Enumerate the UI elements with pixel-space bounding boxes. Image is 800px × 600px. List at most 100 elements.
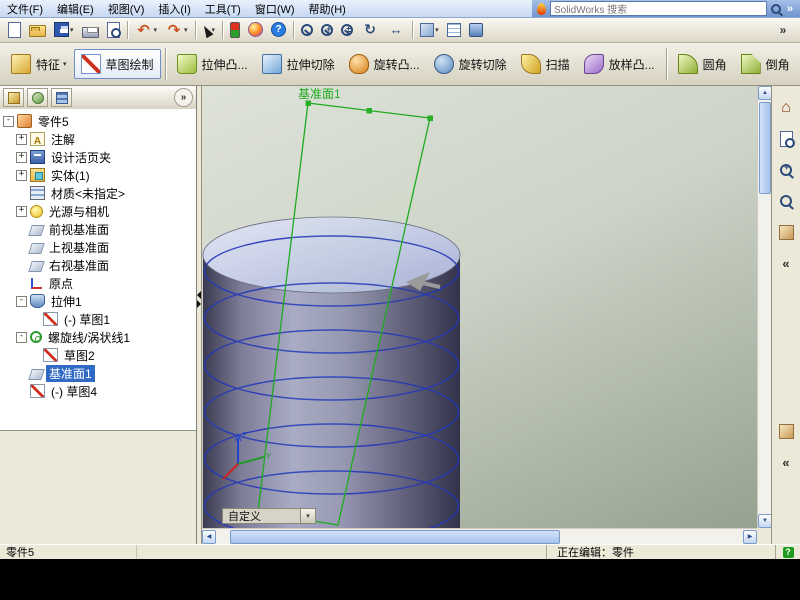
feature-button-6[interactable]: 圆角 bbox=[671, 49, 734, 79]
zoom-to-fit-button[interactable] bbox=[774, 127, 798, 151]
feature-button-0[interactable]: 拉伸凸... bbox=[170, 49, 255, 79]
undo-button[interactable]: ▾ bbox=[132, 18, 161, 42]
zoom-area-button[interactable] bbox=[774, 189, 798, 213]
cm-tab-0[interactable]: 特征 ▾ bbox=[4, 49, 74, 79]
rotate-view-button[interactable] bbox=[358, 18, 382, 42]
collapse-top-button[interactable] bbox=[774, 251, 798, 275]
tree-item[interactable]: 前视基准面 bbox=[0, 220, 196, 238]
plane-handle[interactable] bbox=[305, 100, 312, 107]
tree-item[interactable]: 原点 bbox=[0, 274, 196, 292]
tree-item[interactable]: 右视基准面 bbox=[0, 256, 196, 274]
open-button[interactable] bbox=[26, 18, 49, 42]
model-canvas[interactable]: 基准面1 Z Y bbox=[202, 86, 757, 528]
combo-dropdown-icon[interactable]: ▾ bbox=[300, 509, 315, 523]
tree-expander-icon[interactable]: + bbox=[16, 169, 27, 181]
tree-expander-icon[interactable]: - bbox=[3, 115, 14, 127]
feature-button-2[interactable]: 旋转凸... bbox=[342, 49, 427, 79]
feature-button-1[interactable]: 拉伸切除 bbox=[255, 49, 342, 79]
toolbar-overflow-button[interactable] bbox=[771, 18, 795, 42]
tree-expander-icon[interactable]: - bbox=[16, 331, 27, 343]
scroll-right-button[interactable]: ▶ bbox=[743, 529, 757, 544]
tree-item[interactable]: (-) 草图4 bbox=[0, 382, 196, 400]
help-button[interactable] bbox=[268, 18, 289, 42]
dropdown-arrow-icon[interactable]: ▾ bbox=[154, 26, 158, 34]
search-input[interactable]: SolidWorks 搜索 bbox=[550, 1, 767, 16]
view-style-combo[interactable]: 自定义 ▾ bbox=[222, 508, 316, 524]
tab-property-manager[interactable] bbox=[27, 88, 48, 107]
wireframe-button[interactable] bbox=[444, 18, 464, 42]
appearance-button[interactable] bbox=[245, 18, 266, 42]
plane-handle[interactable] bbox=[427, 115, 434, 122]
print-preview-button[interactable] bbox=[104, 18, 123, 42]
tree-item[interactable]: - 拉伸1 bbox=[0, 292, 196, 310]
plane-handle[interactable] bbox=[366, 108, 373, 114]
select-button[interactable]: ▾ bbox=[200, 18, 219, 42]
feature-button-3[interactable]: 旋转切除 bbox=[427, 49, 514, 79]
tab-configuration-manager[interactable] bbox=[51, 88, 72, 107]
tree-item[interactable]: - 零件5 bbox=[0, 112, 196, 130]
print-button[interactable] bbox=[79, 18, 102, 42]
menu-item-5[interactable]: 窗口(W) bbox=[248, 0, 302, 18]
scroll-left-button[interactable]: ◀ bbox=[202, 529, 216, 544]
pan-button[interactable] bbox=[384, 18, 408, 42]
search-icon[interactable] bbox=[770, 3, 781, 14]
status-help-cell: ? bbox=[775, 545, 800, 559]
tree-expander-icon[interactable]: + bbox=[16, 205, 27, 217]
menu-item-0[interactable]: 文件(F) bbox=[0, 0, 50, 18]
dropdown-arrow-icon[interactable]: ▾ bbox=[184, 26, 188, 34]
tree-item[interactable]: + 光源与相机 bbox=[0, 202, 196, 220]
view-orientation-button[interactable] bbox=[774, 96, 798, 120]
tab-feature-manager[interactable] bbox=[3, 88, 24, 107]
view-settings-button[interactable] bbox=[774, 220, 798, 244]
dropdown-arrow-icon[interactable]: ▾ bbox=[70, 26, 74, 34]
reference-views-button[interactable] bbox=[774, 419, 798, 443]
new-button[interactable] bbox=[5, 18, 24, 42]
tree-item[interactable]: 上视基准面 bbox=[0, 238, 196, 256]
splitter-arrows-icon[interactable] bbox=[197, 291, 202, 308]
tree-item[interactable]: + 实体(1) bbox=[0, 166, 196, 184]
help-icon[interactable]: ? bbox=[782, 546, 794, 558]
graphics-viewport[interactable]: 基准面1 Z Y 自定义 ▾ bbox=[202, 86, 757, 528]
vertical-scrollbar[interactable]: ▲ ▼ bbox=[757, 86, 772, 528]
tree-item[interactable]: (-) 草图1 bbox=[0, 310, 196, 328]
tree-expander-icon[interactable]: + bbox=[16, 151, 27, 163]
tree-item[interactable]: 草图2 bbox=[0, 346, 196, 364]
vertical-scroll-thumb[interactable] bbox=[759, 102, 771, 194]
shaded-button[interactable] bbox=[466, 18, 486, 42]
zoom-to-fit-button[interactable] bbox=[298, 18, 316, 42]
feature-button-4[interactable]: 扫描 bbox=[514, 49, 577, 79]
standard-views-button[interactable]: ▾ bbox=[417, 18, 442, 42]
dropdown-arrow-icon[interactable]: ▾ bbox=[63, 60, 67, 68]
redo-button[interactable]: ▾ bbox=[162, 18, 191, 42]
menu-overflow-chevron[interactable]: » bbox=[785, 3, 795, 15]
dropdown-arrow-icon[interactable]: ▾ bbox=[435, 26, 439, 34]
panel-expand-button[interactable]: » bbox=[174, 88, 193, 107]
collapse-bottom-button[interactable] bbox=[774, 450, 798, 474]
zoom-in-out-button[interactable] bbox=[338, 18, 356, 42]
tree-expander-icon[interactable]: - bbox=[16, 295, 27, 307]
tree-item[interactable]: + 注解 bbox=[0, 130, 196, 148]
tree-item[interactable]: 材质<未指定> bbox=[0, 184, 196, 202]
scroll-up-button[interactable]: ▲ bbox=[758, 86, 772, 100]
zoom-area-button[interactable] bbox=[318, 18, 336, 42]
cm-tab-1[interactable]: 草图绘制 bbox=[73, 49, 161, 79]
tree-item[interactable]: + 设计活页夹 bbox=[0, 148, 196, 166]
save-button[interactable]: ▾ bbox=[51, 18, 77, 42]
rebuild-button[interactable] bbox=[227, 18, 243, 42]
tree-expander-icon[interactable]: + bbox=[16, 133, 27, 145]
menu-item-1[interactable]: 编辑(E) bbox=[50, 0, 101, 18]
menu-item-3[interactable]: 插入(I) bbox=[151, 0, 197, 18]
zoom-in-out-button[interactable] bbox=[774, 158, 798, 182]
panel-splitter[interactable] bbox=[197, 86, 202, 544]
menu-item-2[interactable]: 视图(V) bbox=[101, 0, 152, 18]
menu-item-4[interactable]: 工具(T) bbox=[198, 0, 248, 18]
scroll-down-button[interactable]: ▼ bbox=[758, 514, 772, 528]
tree-item[interactable]: 基准面1 bbox=[0, 364, 196, 382]
horizontal-scrollbar[interactable]: ◀ ▶ bbox=[202, 528, 757, 544]
tree-item[interactable]: - 螺旋线/涡状线1 bbox=[0, 328, 196, 346]
tree-item-label: 前视基准面 bbox=[49, 222, 110, 237]
feature-button-5[interactable]: 放样凸... bbox=[577, 49, 662, 79]
horizontal-scroll-thumb[interactable] bbox=[230, 529, 560, 544]
menu-item-6[interactable]: 帮助(H) bbox=[302, 0, 353, 18]
feature-button-7[interactable]: 倒角 bbox=[734, 49, 797, 79]
